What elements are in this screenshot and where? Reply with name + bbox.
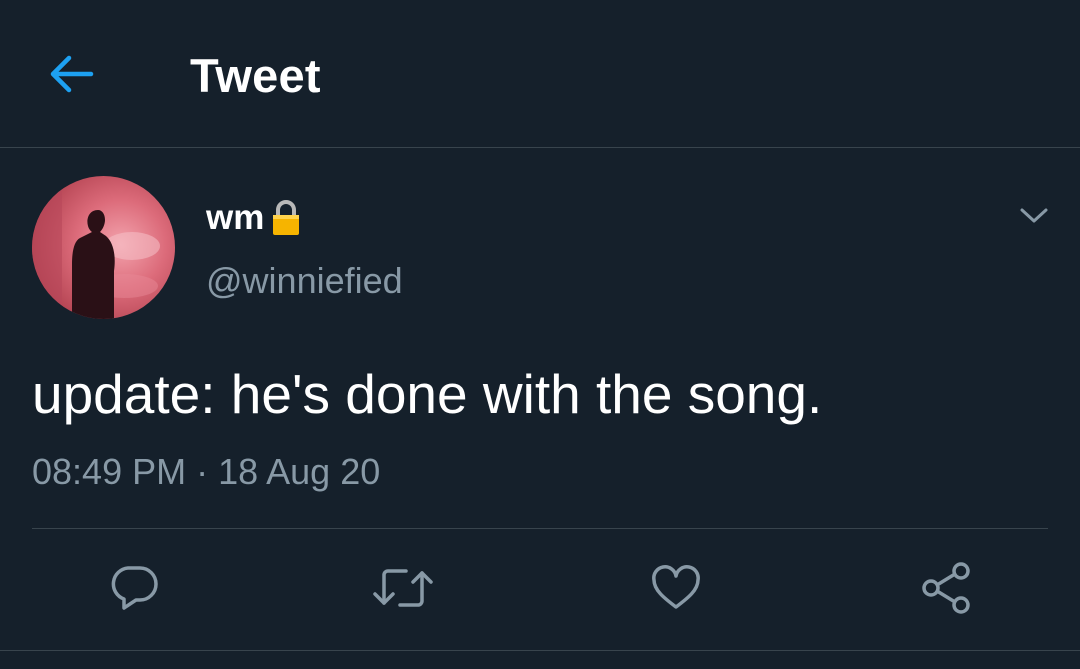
- arrow-left-icon: [50, 55, 94, 93]
- lock-icon: [273, 200, 300, 235]
- page-title: Tweet: [190, 49, 321, 102]
- chevron-down-icon: [1020, 208, 1048, 223]
- tweet-actions: [0, 556, 1080, 620]
- like-button[interactable]: [644, 556, 708, 620]
- user-handle[interactable]: @winniefied: [206, 260, 403, 302]
- divider: [32, 528, 1048, 529]
- avatar[interactable]: [32, 176, 175, 319]
- back-button[interactable]: [44, 48, 100, 100]
- display-name-text: wm: [206, 198, 265, 237]
- retweet-icon: [373, 569, 433, 607]
- reply-icon: [111, 566, 158, 610]
- display-name[interactable]: wm: [206, 196, 302, 240]
- share-button[interactable]: [914, 556, 978, 620]
- share-icon: [922, 562, 970, 614]
- heart-icon: [652, 565, 700, 609]
- avatar-image: [32, 176, 175, 319]
- divider: [0, 650, 1080, 651]
- retweet-button[interactable]: [371, 556, 435, 620]
- tweet-timestamp: 08:49 PM · 18 Aug 20: [32, 451, 381, 492]
- top-app-bar: Tweet: [0, 0, 1080, 148]
- tweet-detail-screen: Tweet wm @winniefied update: he's done w…: [0, 0, 1080, 669]
- tweet-menu-button[interactable]: [1012, 196, 1056, 236]
- tweet-text: update: he's done with the song.: [32, 363, 823, 425]
- reply-button[interactable]: [102, 556, 166, 620]
